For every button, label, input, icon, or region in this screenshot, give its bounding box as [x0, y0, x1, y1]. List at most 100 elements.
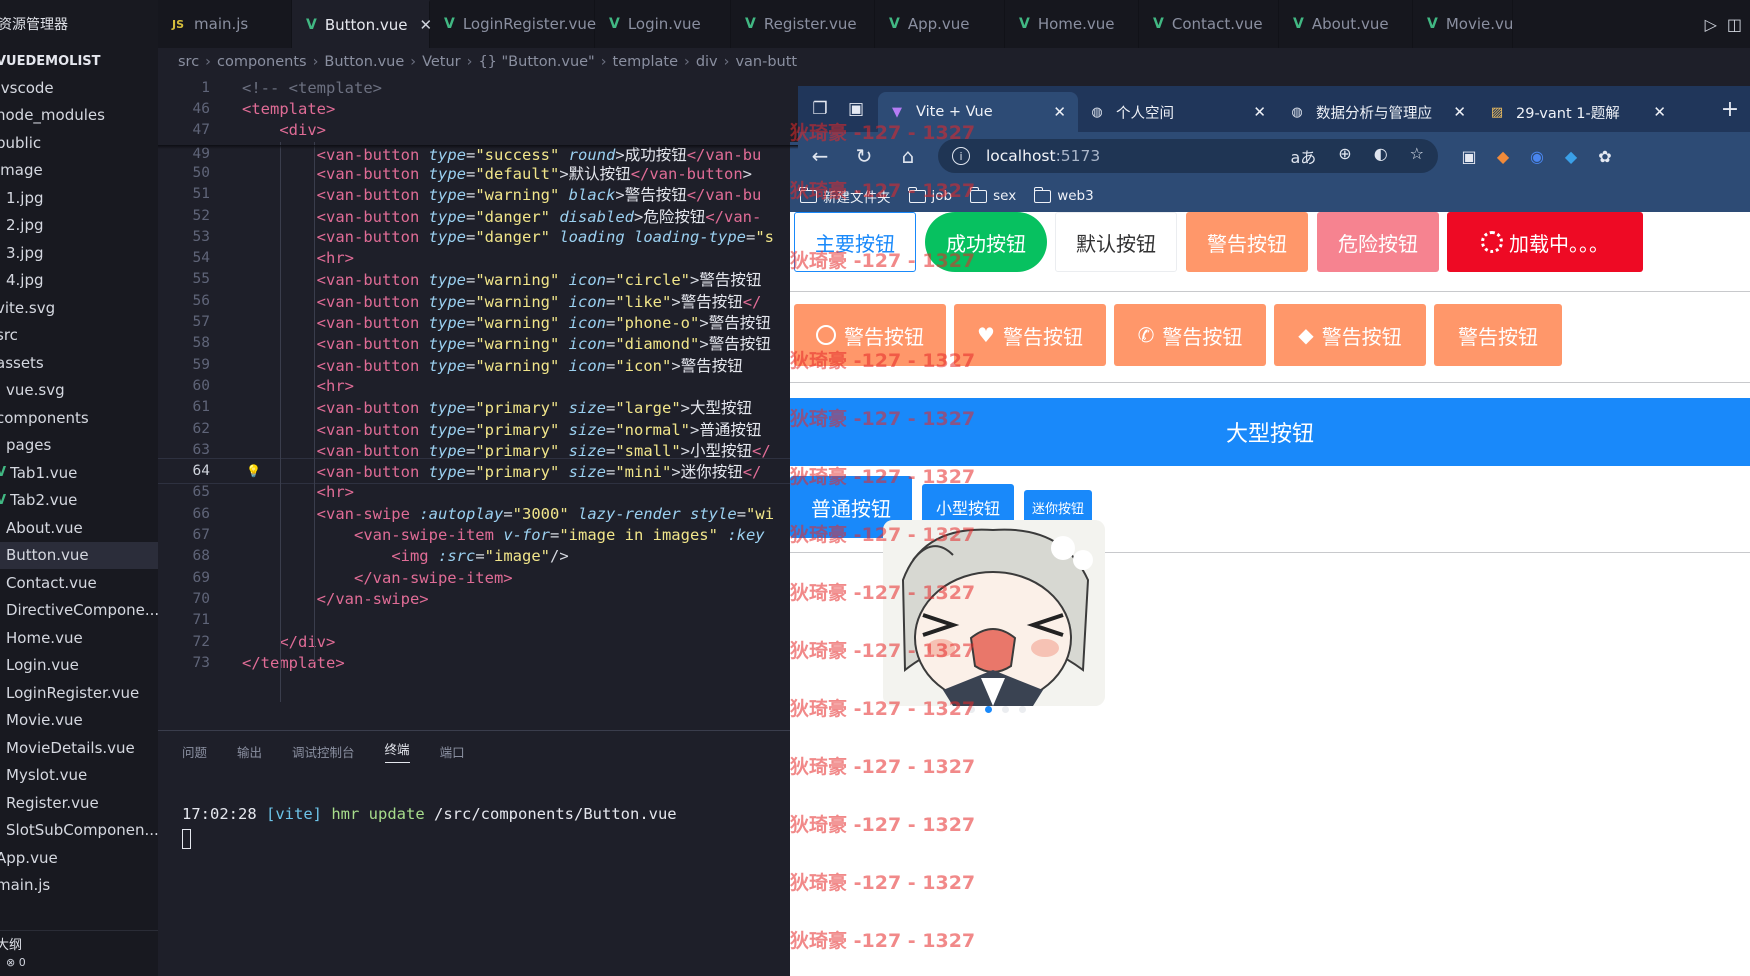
close-icon[interactable]: ✕ — [1653, 103, 1666, 121]
site-info-icon[interactable]: i — [952, 147, 970, 165]
address-bar[interactable]: i localhost:5173 aあ ⊕ ◐ ☆ — [938, 139, 1438, 173]
file-tree-item[interactable]: node_modules — [0, 102, 158, 130]
run-icon[interactable]: ▷ — [1705, 15, 1717, 34]
button-warning[interactable]: 警告按钮 — [1186, 212, 1308, 272]
warning-icon-button[interactable]: ♥ 警告按钮 — [954, 304, 1106, 366]
warning-icon-button[interactable]: ◆ 警告按钮 — [1274, 304, 1426, 366]
file-tree-item[interactable]: 3.jpg — [0, 239, 158, 267]
file-tree-item[interactable]: vue.svg — [0, 377, 158, 405]
file-tree-item[interactable]: Login.vue — [0, 652, 158, 680]
file-tree-item[interactable]: public — [0, 129, 158, 157]
file-tree-item[interactable]: App.vue — [0, 844, 158, 872]
browser-tab[interactable]: ◍ 数据分析与管理应 ✕ — [1278, 92, 1478, 132]
breadcrumb-item[interactable]: {} "Button.vue" — [478, 54, 594, 70]
file-tree-item[interactable]: Button.vue — [0, 541, 158, 569]
bookmark-folder[interactable]: web3 — [1033, 186, 1094, 204]
breadcrumb-item[interactable]: Vetur — [422, 54, 461, 70]
file-tree-item[interactable]: MovieDetails.vue — [0, 734, 158, 762]
lightbulb-icon[interactable]: 💡 — [246, 464, 261, 478]
file-tree-item[interactable]: pages — [0, 432, 158, 460]
new-tab-icon[interactable]: + — [1714, 94, 1746, 124]
extension-blue-icon[interactable]: ◆ — [1554, 147, 1588, 166]
button-danger-loading[interactable]: 加载中。。。 — [1447, 212, 1643, 272]
file-tree-item[interactable]: .vscode — [0, 74, 158, 102]
editor-tab[interactable]: V About.vue — [1279, 0, 1413, 48]
home-icon[interactable]: ⌂ — [886, 144, 930, 168]
breadcrumb-item[interactable]: Button.vue — [324, 54, 404, 70]
panel-tab[interactable]: 调试控制台 — [292, 742, 355, 761]
editor-tab[interactable]: V App.vue — [875, 0, 1005, 48]
extension-fox-icon[interactable]: ◆ — [1486, 147, 1520, 166]
button-default[interactable]: 默认按钮 — [1055, 212, 1177, 272]
swipe-dot[interactable] — [1002, 706, 1009, 713]
read-aloud-icon[interactable]: aあ — [1290, 144, 1316, 168]
panel-tab[interactable]: 输出 — [237, 742, 262, 761]
browser-tab[interactable]: ◍ 个人空间 ✕ — [1078, 92, 1278, 132]
panel-tab[interactable]: 端口 — [440, 742, 465, 761]
close-icon[interactable]: ✕ — [1453, 103, 1466, 121]
extensions-puzzle-icon[interactable]: ✿ — [1588, 147, 1622, 166]
editor-tab[interactable]: JS main.js — [158, 0, 292, 48]
breadcrumb-item[interactable]: components — [217, 54, 307, 70]
swipe-image[interactable] — [883, 520, 1105, 706]
file-tree-item[interactable]: Movie.vue — [0, 707, 158, 735]
file-tree-item[interactable]: V Tab1.vue — [0, 459, 158, 487]
zoom-icon[interactable]: ⊕ — [1338, 144, 1351, 168]
bookmark-folder[interactable]: sex — [969, 186, 1016, 204]
file-tree-item[interactable]: image — [0, 157, 158, 185]
file-tree-item[interactable]: SlotSubComponen... — [0, 817, 158, 845]
file-tree-item[interactable]: DirectiveCompone... — [0, 597, 158, 625]
editor-tab[interactable]: V Movie.vu — [1413, 0, 1513, 48]
favorite-star-icon[interactable]: ☆ — [1410, 144, 1424, 168]
file-tree-item[interactable]: Register.vue — [0, 789, 158, 817]
breadcrumb-item[interactable]: template — [613, 54, 678, 70]
code-editor[interactable]: 1 <!-- <template> 46 <template> 47 <div> 49 <… — [158, 76, 798, 730]
editor-tab[interactable]: V Button.vue ✕ — [292, 0, 432, 48]
breadcrumb-item[interactable]: van-button — [735, 54, 798, 70]
outline-section[interactable]: 大纲 — [0, 930, 158, 956]
editor-tab[interactable]: V Login.vue — [595, 0, 731, 48]
split-editor-icon[interactable]: ◫ — [1727, 15, 1742, 34]
button-danger-disabled[interactable]: 危险按钮 — [1317, 212, 1439, 272]
editor-tab[interactable]: V Contact.vue — [1139, 0, 1279, 48]
file-tree-item[interactable]: 1.jpg — [0, 184, 158, 212]
code-line: 71 — [158, 609, 798, 633]
warning-icon-button[interactable]: 警告按钮 — [1434, 304, 1562, 366]
file-tree-item[interactable]: About.vue — [0, 514, 158, 542]
panel-tab[interactable]: 问题 — [182, 742, 207, 761]
editor-tab[interactable]: V Register.vue — [731, 0, 875, 48]
close-icon[interactable]: ✕ — [1053, 103, 1066, 121]
swipe-dot[interactable] — [1019, 706, 1026, 713]
editor-tab[interactable]: V Home.vue — [1005, 0, 1139, 48]
file-tree-item[interactable]: Myslot.vue — [0, 762, 158, 790]
file-tree-item[interactable]: assets — [0, 349, 158, 377]
file-tree-item[interactable]: Home.vue — [0, 624, 158, 652]
edge-icon[interactable]: ◐ — [1374, 144, 1388, 168]
file-tree-item[interactable]: Contact.vue — [0, 569, 158, 597]
file-tree-item[interactable]: 4.jpg — [0, 267, 158, 295]
browser-tab[interactable]: ▨ 29-vant 1-题解 ✕ — [1478, 92, 1678, 132]
file-tree-item[interactable]: src — [0, 322, 158, 350]
close-icon[interactable]: ✕ — [1253, 103, 1266, 121]
editor-tab-label: Contact.vue — [1171, 15, 1263, 33]
warning-icon-button[interactable]: ✆ 警告按钮 — [1114, 304, 1266, 366]
extension-circle-icon[interactable]: ◉ — [1520, 147, 1554, 166]
extension-icon-1[interactable]: ▣ — [1452, 147, 1486, 166]
breadcrumb-item[interactable]: div — [696, 54, 718, 70]
file-tree-item[interactable]: vite.svg — [0, 294, 158, 322]
file-tree-item[interactable]: components — [0, 404, 158, 432]
project-section-title[interactable]: VUEDEMOLIST — [0, 48, 158, 74]
file-tree-item[interactable]: main.js — [0, 872, 158, 900]
swipe-dot[interactable] — [985, 706, 992, 713]
mini-button[interactable]: 迷你按钮 — [1024, 490, 1092, 524]
file-tree-item[interactable]: V Tab2.vue — [0, 487, 158, 515]
file-tree-item[interactable]: LoginRegister.vue — [0, 679, 158, 707]
panel-tab[interactable]: 终端 — [384, 739, 410, 763]
editor-tab[interactable]: V LoginRegister.vue — [430, 0, 596, 48]
file-tree-item[interactable]: 2.jpg — [0, 212, 158, 240]
breadcrumb-item[interactable]: src — [178, 54, 199, 70]
refresh-icon[interactable]: ↻ — [842, 144, 886, 168]
ports-status[interactable]: ⊗ 0 — [6, 956, 158, 976]
terminal-output[interactable]: 17:02:28 [vite] hmr update /src/componen… — [182, 805, 677, 823]
back-icon[interactable]: ← — [798, 144, 842, 168]
